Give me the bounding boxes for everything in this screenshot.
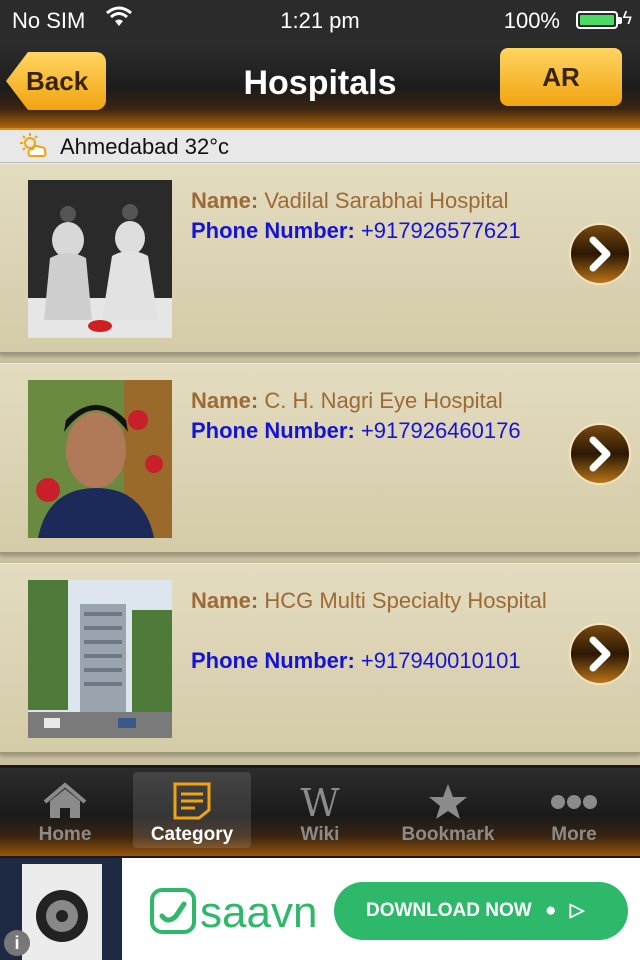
hospital-list: Name: Vadilal Sarabhai Hospital Phone Nu… [0,163,640,765]
hospital-name: Name: HCG Multi Specialty Hospital [191,588,547,613]
home-icon [43,782,87,818]
ad-brand-name: saavn [200,888,318,937]
tab-home[interactable]: Home [6,772,124,848]
download-now-button[interactable]: DOWNLOAD NOW ● ▷ [334,882,628,940]
category-icon [173,782,211,820]
ad-album-image [22,864,102,960]
hospital-phone[interactable]: Phone Number: +917926577621 [191,216,571,246]
hospital-thumbnail [28,180,172,338]
svg-text:W: W [300,782,339,820]
list-item[interactable]: Name: C. H. Nagri Eye Hospital Phone Num… [0,363,640,554]
star-icon [429,784,467,819]
play-store-icon: ▷ [569,900,585,921]
weather-sun-cloud-icon [20,133,47,157]
charging-icon: ϟ [622,8,632,28]
saavn-logo-icon [150,888,196,934]
battery-percent: 100% [503,8,560,33]
hospital-thumbnail [28,380,172,538]
navigation-bar: Back Hospitals AR [0,40,640,130]
chevron-right-icon[interactable] [568,422,632,486]
wiki-icon: W [300,782,339,820]
hospital-thumbnail [28,580,172,738]
ad-info-icon[interactable]: i [4,930,30,956]
ar-button[interactable]: AR [500,48,622,106]
battery-icon [576,11,622,29]
more-icon [551,795,597,809]
hospital-phone[interactable]: Phone Number: +917940010101 [191,646,571,676]
weather-text: Ahmedabad 32°c [60,134,230,159]
tab-wiki[interactable]: W Wiki [261,772,379,848]
status-bar: No SIM 1:21 pm 100% ϟ [0,0,640,40]
list-item[interactable]: Name: HCG Multi Specialty Hospital Phone… [0,563,640,754]
hospital-name: Name: C. H. Nagri Eye Hospital [191,388,503,413]
tab-category[interactable]: Category [133,772,251,848]
hospital-name: Name: Vadilal Sarabhai Hospital [191,188,509,213]
tab-more[interactable]: More [515,772,633,848]
list-item[interactable]: Name: Vadilal Sarabhai Hospital Phone Nu… [0,163,640,354]
tab-bar: Home Category W Wiki Bookmark More [0,768,640,856]
ad-banner[interactable]: i saavn DOWNLOAD NOW ● ▷ [0,858,640,960]
tab-bookmark[interactable]: Bookmark [389,772,507,848]
weather-bar: Ahmedabad 32°c [0,130,640,163]
chevron-right-icon[interactable] [568,622,632,686]
apple-icon: ● [544,900,557,921]
chevron-right-icon[interactable] [568,222,632,286]
hospital-phone[interactable]: Phone Number: +917926460176 [191,416,571,446]
